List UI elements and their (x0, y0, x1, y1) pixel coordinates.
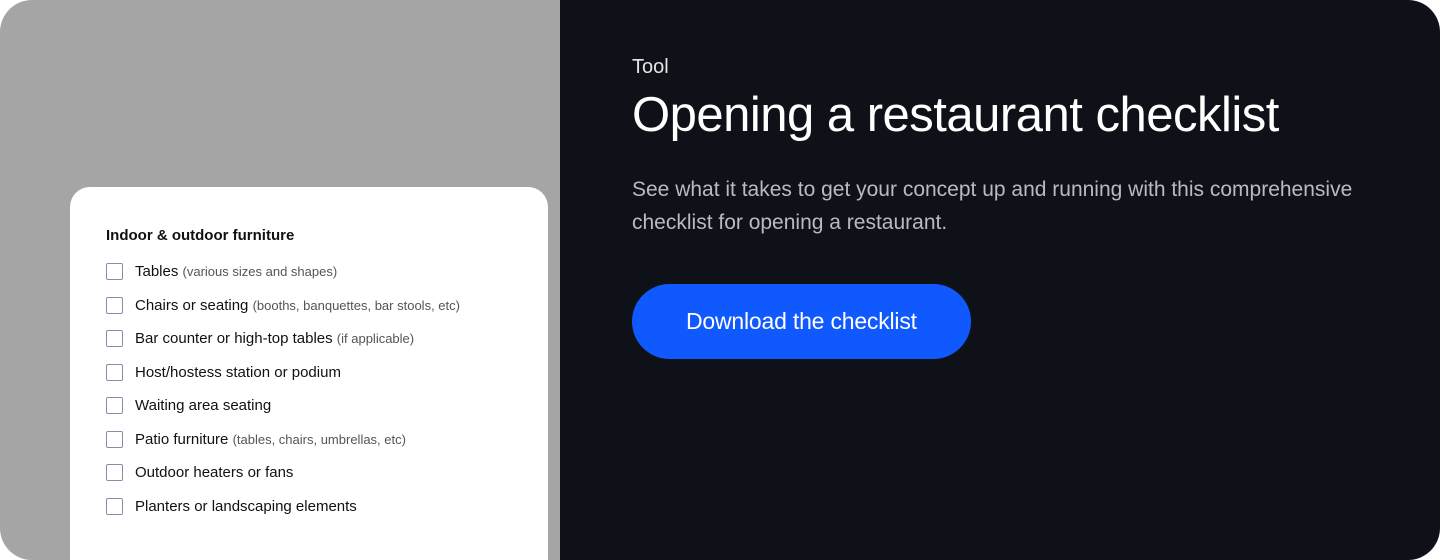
list-item: Tables (various sizes and shapes) (106, 262, 512, 282)
checklist-item-label: Planters or landscaping elements (135, 497, 357, 517)
checkbox-icon[interactable] (106, 297, 123, 314)
checklist-item-label: Host/hostess station or podium (135, 363, 341, 383)
list-item: Host/hostess station or podium (106, 363, 512, 383)
list-item: Outdoor heaters or fans (106, 463, 512, 483)
checkbox-icon[interactable] (106, 330, 123, 347)
description-text: See what it takes to get your concept up… (632, 173, 1368, 240)
checklist-title: Indoor & outdoor furniture (106, 227, 512, 244)
checkbox-icon[interactable] (106, 498, 123, 515)
list-item: Patio furniture (tables, chairs, umbrell… (106, 430, 512, 450)
list-item: Bar counter or high-top tables (if appli… (106, 329, 512, 349)
checkbox-icon[interactable] (106, 364, 123, 381)
list-item: Chairs or seating (booths, banquettes, b… (106, 296, 512, 316)
download-checklist-button[interactable]: Download the checklist (632, 284, 971, 359)
checkbox-icon[interactable] (106, 464, 123, 481)
eyebrow-label: Tool (632, 56, 1368, 79)
checklist-item-label: Bar counter or high-top tables (if appli… (135, 329, 414, 349)
left-panel: Indoor & outdoor furniture Tables (vario… (0, 0, 560, 560)
checklist-items: Tables (various sizes and shapes) Chairs… (106, 262, 512, 516)
checkbox-icon[interactable] (106, 263, 123, 280)
list-item: Planters or landscaping elements (106, 497, 512, 517)
right-panel: Tool Opening a restaurant checklist See … (560, 0, 1440, 560)
checklist-card: Indoor & outdoor furniture Tables (vario… (70, 187, 548, 560)
checklist-item-label: Outdoor heaters or fans (135, 463, 293, 483)
list-item: Waiting area seating (106, 396, 512, 416)
checkbox-icon[interactable] (106, 431, 123, 448)
checklist-item-label: Waiting area seating (135, 396, 271, 416)
checkbox-icon[interactable] (106, 397, 123, 414)
checklist-item-label: Tables (various sizes and shapes) (135, 262, 337, 282)
page-title: Opening a restaurant checklist (632, 87, 1368, 145)
checklist-item-label: Chairs or seating (booths, banquettes, b… (135, 296, 460, 316)
promo-card: Indoor & outdoor furniture Tables (vario… (0, 0, 1440, 560)
checklist-item-label: Patio furniture (tables, chairs, umbrell… (135, 430, 406, 450)
